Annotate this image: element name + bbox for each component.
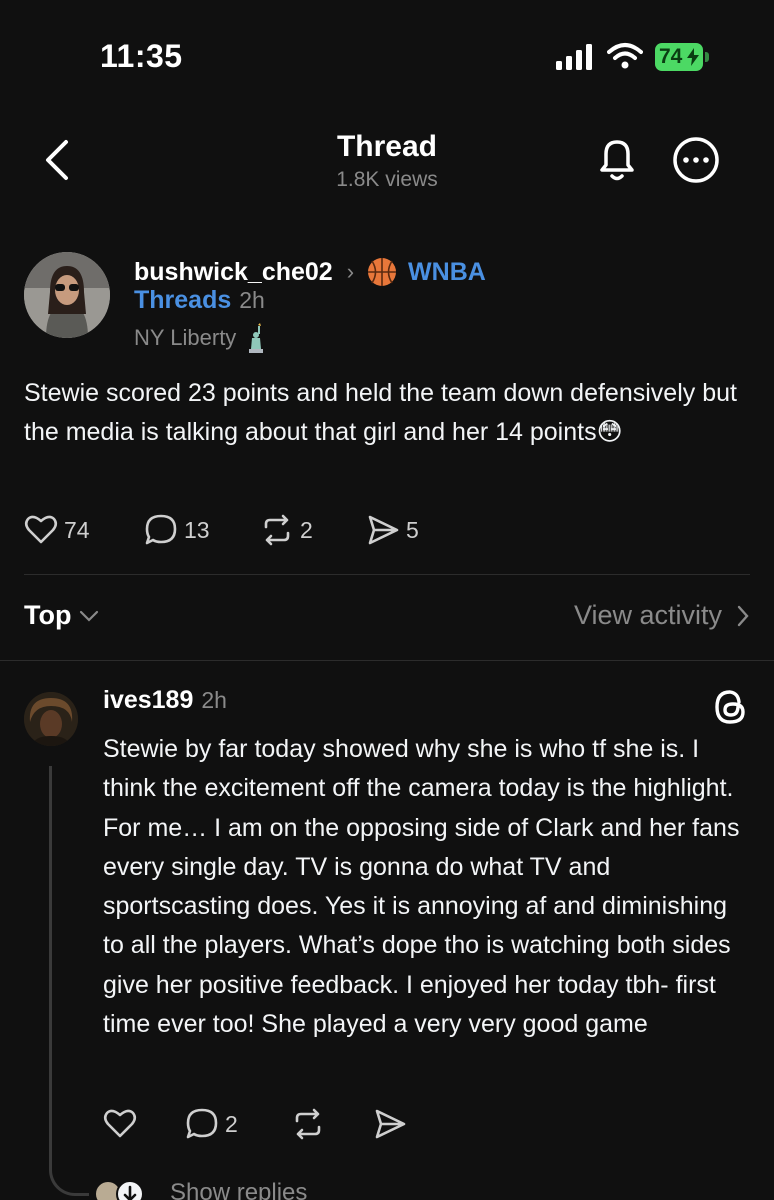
send-icon [375, 1109, 406, 1139]
signal-icon [556, 44, 592, 70]
show-replies-label: Show replies [170, 1179, 308, 1200]
view-activity-link[interactable]: View activity [574, 600, 750, 631]
comment-count: 13 [184, 516, 210, 543]
post-actions: 74 13 2 5 [24, 508, 524, 552]
reply-author-avatar[interactable] [24, 692, 78, 746]
reply-avatars [94, 1178, 150, 1200]
reply-comment-count: 2 [225, 1110, 238, 1137]
bolt-icon [687, 48, 699, 66]
statue-of-liberty-icon [249, 323, 264, 353]
chevron-down-icon [80, 610, 99, 622]
battery-level: 74 [659, 45, 683, 68]
arrow-down-icon [116, 1180, 144, 1200]
divider [0, 660, 774, 661]
divider [24, 574, 750, 575]
status-time: 11:35 [100, 38, 183, 74]
share-count: 5 [406, 516, 419, 543]
reply-like-button[interactable] [103, 1102, 137, 1146]
repost-icon [264, 514, 290, 546]
repost-button[interactable]: 2 [260, 508, 313, 552]
reply-thread-line [49, 766, 89, 1196]
reply-actions: 2 [103, 1102, 423, 1146]
threads-logo-icon[interactable] [712, 688, 748, 726]
battery-charging-icon: 74 [655, 43, 709, 71]
repost-icon [295, 1108, 321, 1140]
like-count: 74 [64, 516, 90, 543]
reply-share-button[interactable] [373, 1102, 407, 1146]
heart-icon [24, 515, 58, 544]
basketball-icon [368, 258, 397, 286]
post-text: Stewie scored 23 points and held the tea… [24, 379, 737, 446]
views-count: 1.8K views [336, 168, 438, 191]
like-button[interactable]: 74 [24, 508, 90, 552]
heart-icon [103, 1109, 137, 1138]
send-icon [368, 515, 399, 545]
reply-username[interactable]: ives189 [103, 686, 193, 715]
status-bar: 11:35 74 [0, 0, 774, 110]
page-title: Thread [336, 130, 438, 163]
wifi-icon [607, 43, 643, 69]
reply-repost-button[interactable] [291, 1102, 325, 1146]
chevron-right-icon: › [346, 259, 355, 284]
reply-comment-button[interactable]: 2 [185, 1102, 238, 1146]
community-name[interactable]: WNBA [408, 258, 486, 287]
show-replies-button[interactable]: Show replies [94, 1176, 307, 1200]
sort-label: Top [24, 600, 72, 630]
thread-header: Thread 1.8K views [0, 110, 774, 210]
chevron-right-icon [737, 605, 749, 626]
view-activity-label: View activity [573, 600, 722, 630]
comment-icon [186, 1108, 218, 1139]
reply-time: 2h [201, 687, 227, 713]
sort-bar: Top View activity [0, 590, 774, 646]
author-bio: NY Liberty [134, 325, 237, 350]
author-username[interactable]: bushwick_che02 [134, 258, 333, 287]
comment-icon [145, 514, 177, 545]
more-icon[interactable] [672, 136, 720, 184]
reply-text: Stewie by far today showed why she is wh… [103, 735, 740, 1039]
post-time: 2h [239, 287, 265, 313]
bell-icon[interactable] [594, 134, 640, 184]
sort-dropdown[interactable]: Top [24, 600, 99, 631]
share-button[interactable]: 5 [366, 508, 419, 552]
comment-button[interactable]: 13 [144, 508, 210, 552]
author-avatar[interactable] [24, 252, 110, 338]
community-threads-label[interactable]: Threads [134, 286, 231, 315]
repost-count: 2 [300, 516, 313, 543]
